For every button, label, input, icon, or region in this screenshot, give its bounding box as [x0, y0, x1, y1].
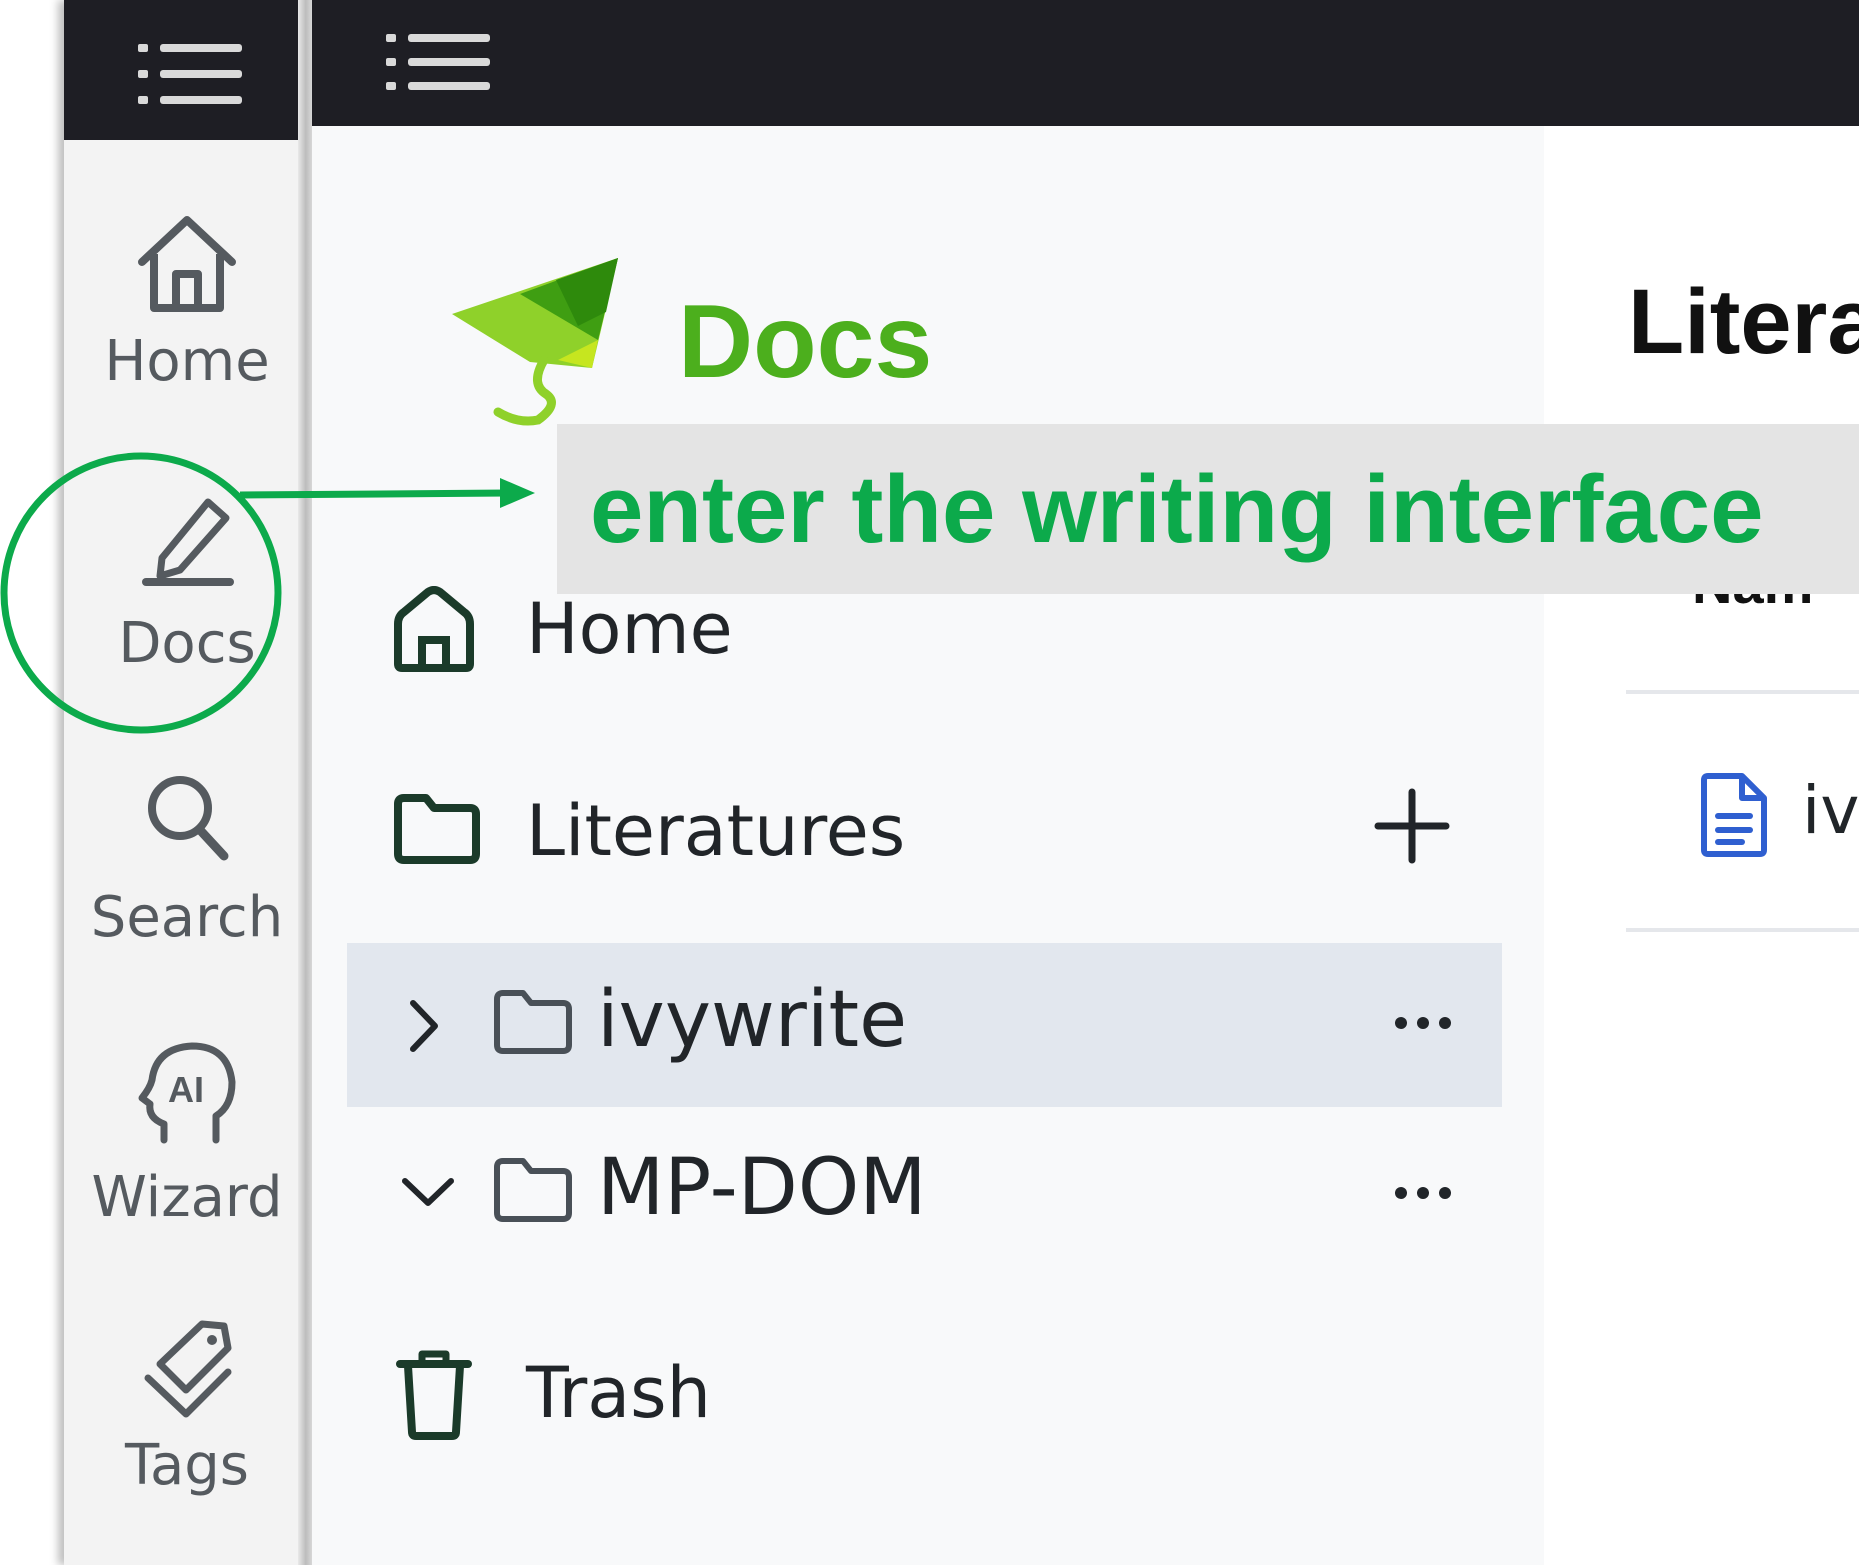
annotation-text: enter the writing interface	[590, 456, 1764, 563]
tags-icon	[144, 1320, 232, 1418]
sidebar-item-trash[interactable]: Trash	[312, 1322, 1544, 1462]
rail-item-home[interactable]: Home	[64, 210, 310, 390]
sidebar-item-literatures[interactable]: Literatures	[312, 752, 1544, 892]
menu-list-icon[interactable]	[384, 32, 494, 92]
annotation-circle-arrow	[0, 452, 535, 734]
rail-top-bar	[64, 0, 310, 140]
trash-icon	[396, 1350, 472, 1440]
folder-icon	[494, 990, 572, 1054]
kite-logo	[452, 258, 618, 426]
folder-icon	[494, 1158, 572, 1222]
document-row-name[interactable]: iv	[1802, 778, 1859, 844]
ai-head-icon: AI	[138, 1042, 236, 1144]
brand-title: Docs	[678, 284, 933, 400]
sidebar-label-trash: Trash	[526, 1352, 711, 1434]
chevron-down-icon[interactable]	[401, 1175, 455, 1209]
rail-item-search[interactable]: Search	[64, 770, 310, 946]
more-options-icon[interactable]	[1393, 1185, 1453, 1201]
folder-label-mp-dom: MP-DOM	[597, 1143, 927, 1233]
home-icon	[138, 216, 236, 312]
table-divider	[1626, 928, 1859, 932]
menu-list-icon[interactable]	[136, 40, 246, 110]
folder-row-mp-dom[interactable]: MP-DOM	[347, 1107, 1502, 1271]
rail-label-wizard: Wizard	[91, 1165, 283, 1230]
rail-item-tags[interactable]: Tags	[64, 1318, 310, 1494]
folder-row-ivywrite[interactable]: ivywrite	[347, 943, 1502, 1107]
rail-label-tags: Tags	[125, 1433, 249, 1498]
folder-icon	[394, 794, 480, 864]
table-divider	[1626, 690, 1859, 694]
rail-label-search: Search	[90, 885, 284, 950]
rail-item-wizard[interactable]: AI Wizard	[64, 1040, 310, 1226]
page-title: Litera	[1628, 271, 1859, 373]
document-icon	[1701, 773, 1767, 857]
rail-label-home: Home	[104, 329, 270, 394]
plus-icon[interactable]	[1374, 788, 1450, 864]
more-options-icon[interactable]	[1393, 1015, 1453, 1031]
top-bar	[312, 0, 1859, 126]
content-area: Litera Nam iv	[1544, 126, 1859, 1565]
folder-label-ivywrite: ivywrite	[597, 975, 908, 1065]
svg-text:AI: AI	[168, 1069, 204, 1110]
search-icon	[148, 776, 229, 861]
chevron-right-icon[interactable]	[407, 999, 441, 1053]
sidebar-label-literatures: Literatures	[526, 790, 906, 872]
